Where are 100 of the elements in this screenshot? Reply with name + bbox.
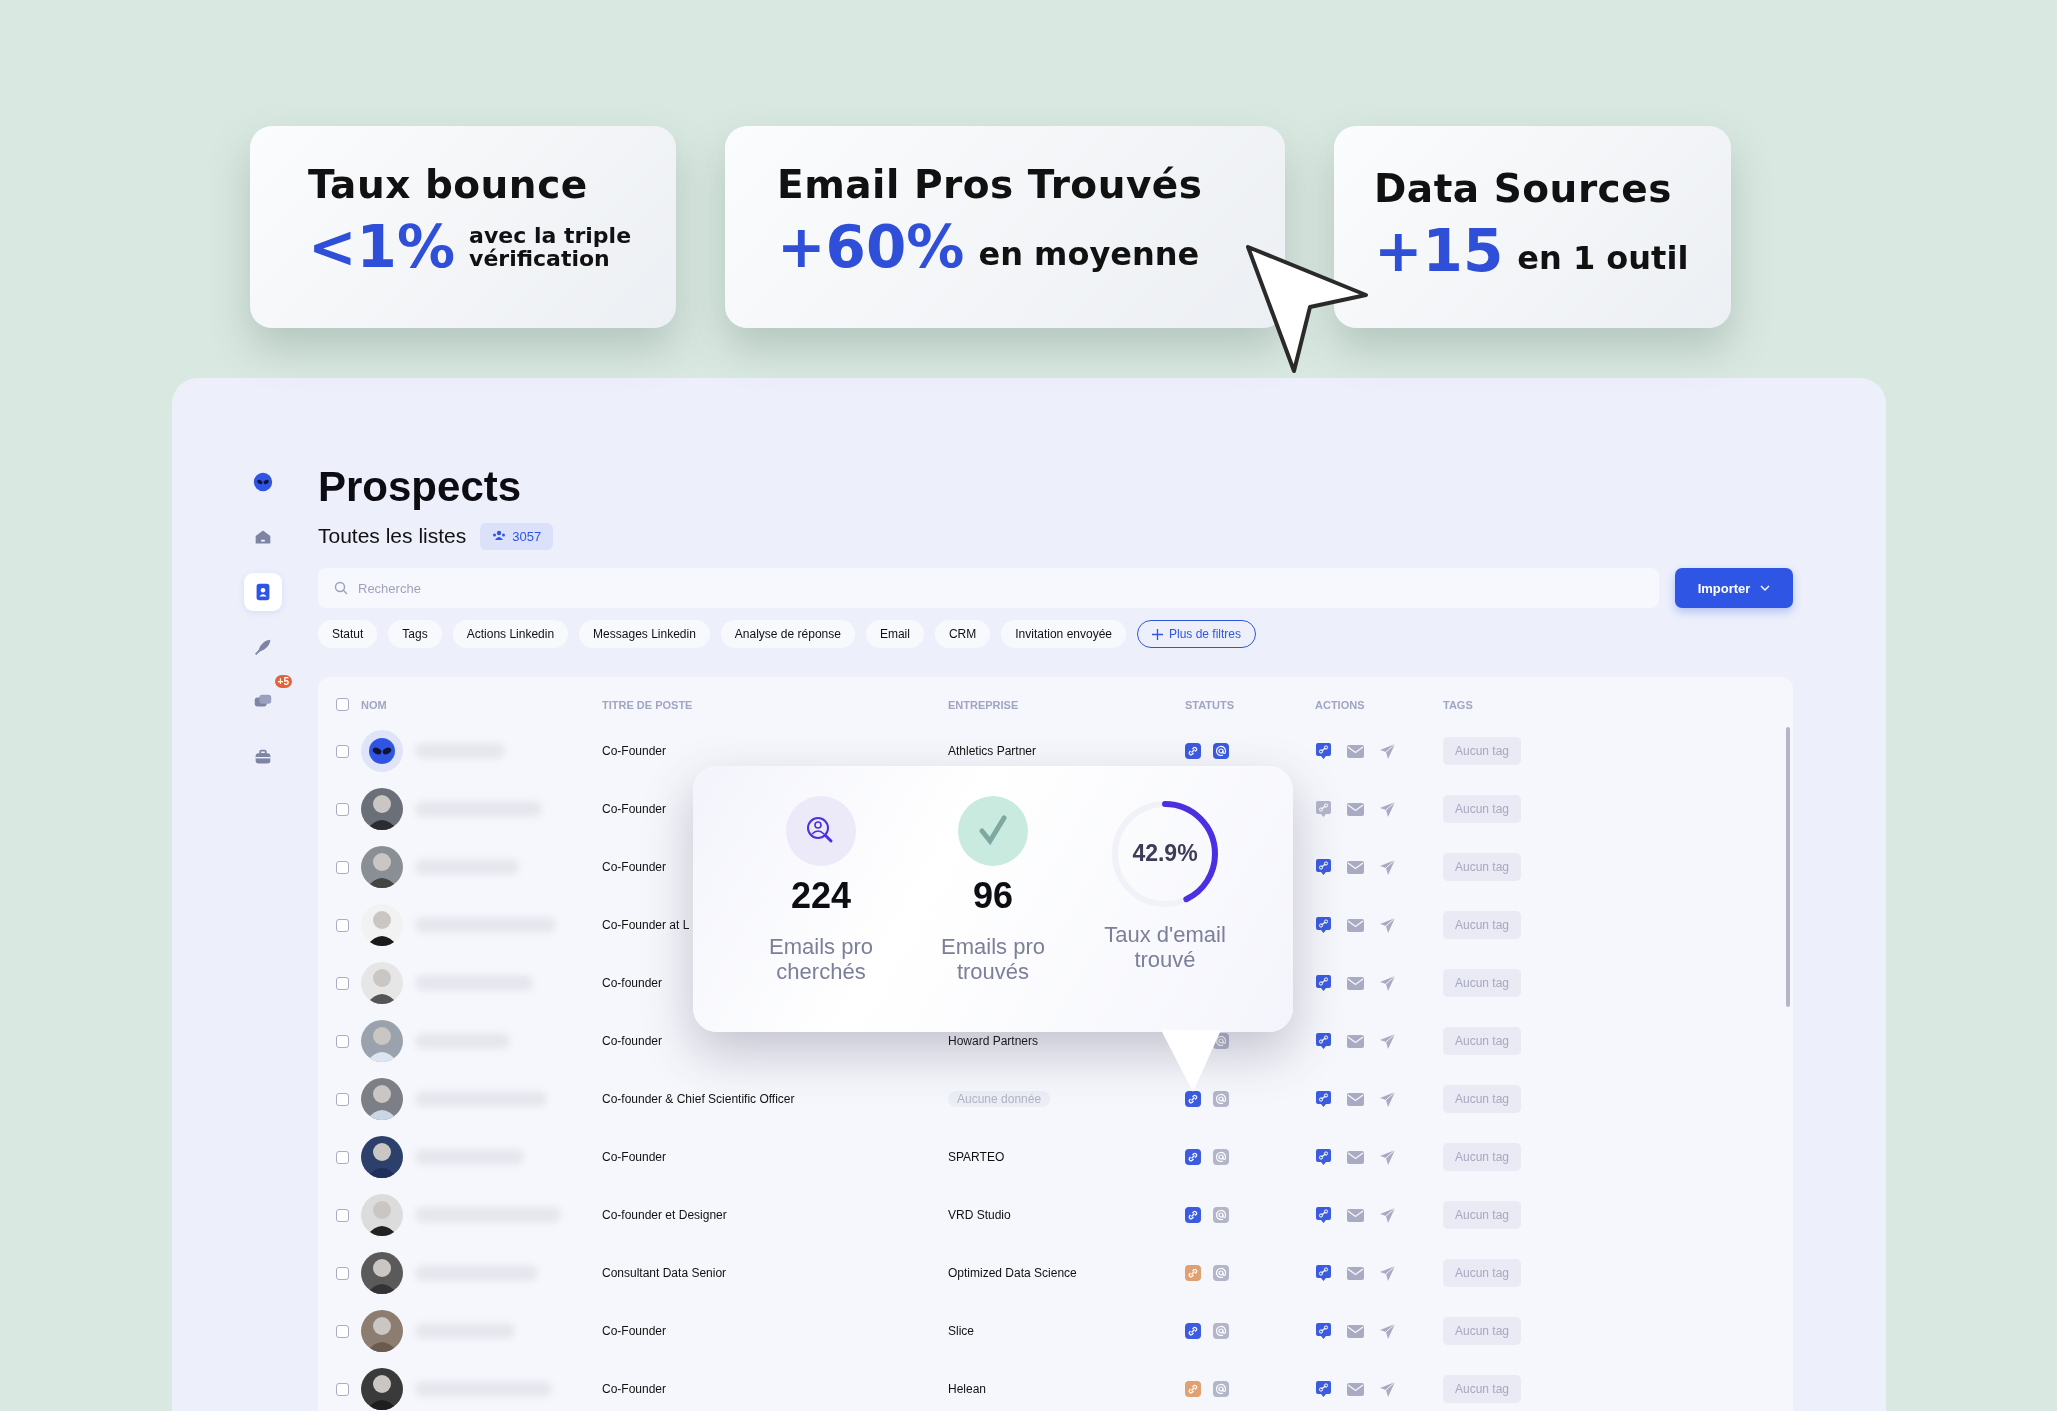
card-title: Data Sources [1374,166,1673,211]
tag-label: Aucun tag [1443,1201,1522,1229]
table-cell: SPARTEO [948,1150,1005,1164]
checkbox[interactable] [336,1382,349,1396]
table-cell: Co-founder & Chief Scientific Officer [602,1092,795,1106]
stat-label: Emails pro cherchés [768,934,874,984]
alien-logo-icon [361,730,403,772]
linkedin-action-icon[interactable] [1315,1264,1332,1282]
checkbox[interactable] [336,1208,349,1222]
checkbox[interactable] [336,918,349,932]
scrollbar[interactable] [1786,727,1790,1007]
table-cell: Helean [948,1382,987,1396]
send-icon[interactable] [1379,1206,1396,1224]
envelope-icon[interactable] [1347,1324,1364,1338]
envelope-icon[interactable] [1347,860,1364,874]
envelope-icon[interactable] [1347,1150,1364,1164]
tag-label: Aucun tag [1443,1027,1522,1055]
notification-badge: +5 [274,675,292,688]
count-badge: 3057 [480,522,554,550]
envelope-icon[interactable] [1347,918,1364,932]
filter-chip[interactable]: Actions Linkedin [452,620,569,648]
card-title: Taux bounce [308,162,589,207]
stat-caption: en 1 outil [1517,239,1689,277]
checkbox[interactable] [336,1034,349,1048]
filter-chip[interactable]: Tags [388,620,442,648]
checkbox[interactable] [336,1150,349,1164]
checkbox[interactable] [336,976,349,990]
envelope-icon[interactable] [1347,1208,1364,1222]
table-cell: Co-Founder [602,1324,667,1338]
envelope-icon[interactable] [1347,1266,1364,1280]
stat-figure: <1% [308,213,456,281]
checkbox[interactable] [336,1092,349,1106]
send-icon[interactable] [1379,1322,1396,1340]
tag-label: Aucun tag [1443,969,1522,997]
envelope-icon[interactable] [1347,1034,1364,1048]
filter-chip[interactable]: Analyse de réponse [720,620,855,648]
send-icon[interactable] [1379,742,1396,760]
import-button[interactable]: Importer [1675,568,1793,608]
send-icon[interactable] [1379,916,1396,934]
linkedin-action-icon[interactable] [1315,742,1332,760]
envelope-icon[interactable] [1347,802,1364,816]
send-icon[interactable] [1379,858,1396,876]
alien-logo-icon [252,471,274,493]
table-cell: Co-Founder [602,1382,667,1396]
filter-chip[interactable]: Email [865,620,924,648]
table-cell: Slice [948,1324,974,1338]
envelope-icon[interactable] [1347,744,1364,758]
checkbox[interactable] [336,698,349,711]
linkedin-action-icon[interactable] [1315,1148,1332,1166]
table-cell: Co-Founder [602,860,667,874]
card-title: Email Pros Trouvés [777,162,1204,207]
table-cell: Co-founder et Designer [602,1208,727,1222]
table-cell: Co-Founder [602,1150,667,1164]
send-icon[interactable] [1379,800,1396,818]
linkedin-action-icon[interactable] [1315,1322,1332,1340]
list-title: Toutes les listes [318,524,467,548]
send-icon[interactable] [1379,1148,1396,1166]
table-cell: VRD Studio [948,1208,1011,1222]
checkbox[interactable] [336,1266,349,1280]
stat-caption: avec la triple vérification [469,223,633,271]
checkbox[interactable] [336,1324,349,1338]
send-icon[interactable] [1379,1090,1396,1108]
envelope-icon[interactable] [1347,1382,1364,1396]
checkbox[interactable] [336,802,349,816]
envelope-icon[interactable] [1347,976,1364,990]
tag-label: Aucun tag [1443,911,1522,939]
table-cell: Co-Founder at L [602,918,690,932]
linkedin-action-icon[interactable] [1315,1032,1332,1050]
stat-value: 42.9% [1131,840,1199,867]
linkedin-action-icon[interactable] [1315,1380,1332,1398]
envelope-icon[interactable] [1347,1092,1364,1106]
stat-caption: en moyenne [978,235,1200,273]
linkedin-action-icon[interactable] [1315,916,1332,934]
linkedin-action-icon[interactable] [1315,974,1332,992]
stat-value: 96 [972,876,1013,916]
filter-chip[interactable]: CRM [934,620,991,648]
no-data-label: Aucune donnée [948,1091,1051,1107]
column-header: ENTREPRISE [948,698,1019,711]
filter-chip[interactable]: Messages Linkedin [579,620,710,648]
stat-value: 224 [790,876,852,916]
sidebar-item[interactable] [244,573,282,611]
checkbox[interactable] [336,744,349,758]
column-header: TAGS [1443,698,1473,711]
filter-chip[interactable]: Statut [318,620,378,648]
page-title: Prospects [318,463,523,511]
filter-chip[interactable]: Invitation envoyée [1001,620,1126,648]
linkedin-action-icon[interactable] [1315,858,1332,876]
tag-label: Aucun tag [1443,1259,1522,1287]
linkedin-action-icon[interactable] [1315,1090,1332,1108]
linkedin-action-icon[interactable] [1315,1206,1332,1224]
stat-label: Taux d'email trouvé [1103,922,1227,972]
search-field[interactable]: Recherche [318,568,1659,608]
stat-label: Emails pro trouvés [940,934,1046,984]
tag-label: Aucun tag [1443,737,1522,765]
send-icon[interactable] [1379,1032,1396,1050]
send-icon[interactable] [1379,1380,1396,1398]
send-icon[interactable] [1379,1264,1396,1282]
checkbox[interactable] [336,860,349,874]
table-cell: Co-Founder [602,744,667,758]
send-icon[interactable] [1379,974,1396,992]
